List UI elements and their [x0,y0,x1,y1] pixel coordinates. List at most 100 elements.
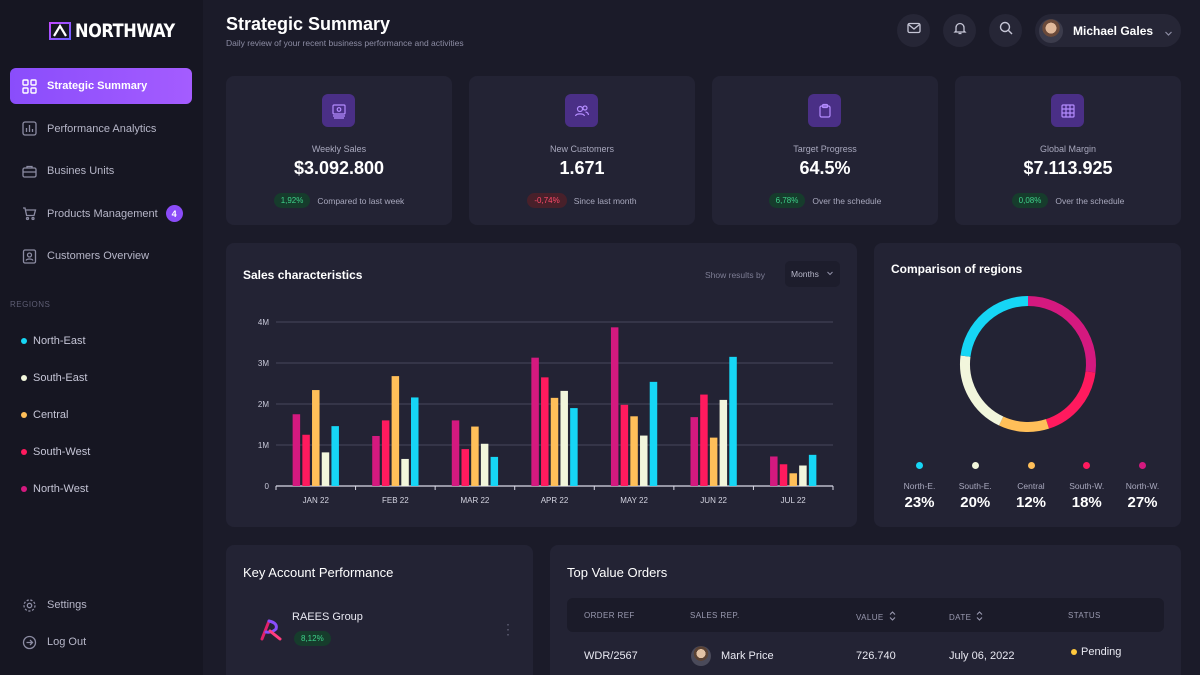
nav-label: Performance Analytics [47,122,157,135]
legend-name: South-E. [958,481,992,491]
nav-item-products-management[interactable]: Products Management 4 [10,196,192,232]
region-label: North-West [33,482,89,495]
regions-comparison-card: Comparison of regions North-E. 23% South-… [874,243,1181,527]
region-label: South-West [33,445,91,458]
region-label: South-East [33,371,88,384]
x-tick-label: MAY 22 [620,496,648,505]
order-value: 726.740 [856,650,896,662]
legend-item: North-W. 27% [1115,462,1170,511]
logout-link[interactable]: Log Out [21,633,87,651]
nav-item-busines-units[interactable]: Busines Units [10,153,192,189]
sidebar: NORTHWAY Strategic Summary Performance A… [0,0,203,675]
region-label: North-East [33,334,86,347]
nav-item-performance-analytics[interactable]: Performance Analytics [10,111,192,147]
donut-slice [1027,296,1096,373]
sales-chart-card: 0 1M 2M 3M 4M JAN 22 FEB 22 MAR 22 APR 22 MAY 22 J… [226,243,857,527]
region-item[interactable]: Central [21,407,90,422]
bar [391,376,400,486]
bar [312,390,320,486]
users-icon [565,94,598,127]
stat-label: Global Margin [1039,144,1097,154]
y-tick-label: 2M [258,400,269,409]
key-account-card: Key Account Performance RAEES Group 8,12… [226,545,533,675]
sales-rep: Mark Price [721,650,774,662]
bar [302,434,310,486]
nav-item-customers-overview[interactable]: Customers Overview [10,238,192,274]
grid-icon [21,78,37,94]
mail-icon [906,21,921,40]
sales-rep-cell: Mark Price [691,646,774,666]
x-tick-label: APR 22 [541,496,569,505]
bar [630,416,638,486]
period-select[interactable]: Months [785,261,840,287]
region-dot [21,374,27,381]
bar [808,454,817,486]
legend-name: North-E. [903,481,936,491]
stat-card-global-margin: Global Margin $7.113.925 0,08% Over the s… [955,76,1181,225]
column-label: STATUS [1068,611,1101,620]
status-badge: Pending [1071,646,1121,658]
bar [649,381,658,486]
column-header[interactable]: SALES REP. [690,611,740,620]
column-label: SALES REP. [690,611,740,620]
stat-footer: -0,74% Since last month [469,193,695,208]
stat-note: Over the schedule [1055,195,1125,206]
regions-list: North-East South-East Central South-West… [21,333,90,518]
avatar [1039,18,1063,43]
bar [690,417,698,486]
stat-label: Weekly Sales [311,144,367,154]
settings-link[interactable]: Settings [21,596,87,614]
column-header[interactable]: STATUS [1068,611,1101,620]
status-dot [1071,649,1077,655]
region-item[interactable]: South-East [21,370,90,385]
user-menu[interactable]: Michael Gales [1035,14,1181,47]
status-label: Pending [1081,646,1122,658]
bar [570,408,578,486]
x-tick-label: JAN 22 [303,496,330,505]
region-dot [21,411,27,418]
account-name[interactable]: RAEES Group [292,611,363,623]
bar [719,399,728,486]
bar [461,449,469,486]
column-header[interactable]: DATE [949,611,983,623]
column-header[interactable]: VALUE [856,611,896,623]
y-tick-label: 0 [265,482,270,491]
table-row[interactable]: WDR/2567 Mark Price 726.740 July 06, 202… [567,640,1164,674]
region-item[interactable]: North-West [21,481,90,496]
messages-button[interactable] [897,14,930,47]
chevron-down-icon [1164,25,1173,43]
table-icon [1051,94,1084,127]
clipboard-icon [808,94,841,127]
column-header[interactable]: ORDER REF [584,611,635,620]
stat-card-new-customers: New Customers 1.671 -0,74% Since last mon… [469,76,695,225]
show-results-label: Show results by [705,270,765,280]
period-value: Months [791,269,819,279]
user-card-icon [21,248,37,264]
brand-name: NORTHWAY [75,20,175,42]
x-tick-label: MAR 22 [460,496,489,505]
avatar [691,646,711,666]
account-change-badge: 8,12% [294,631,331,646]
legend-name: South-W. [1069,481,1105,491]
bottom-nav: Settings Log Out [21,596,87,670]
bar [789,473,797,486]
more-options-icon[interactable]: ⋮ [501,621,515,638]
legend-name: North-W. [1125,481,1160,491]
nav-item-strategic-summary[interactable]: Strategic Summary [10,68,192,104]
search-button[interactable] [989,14,1022,47]
legend-value: 20% [960,494,991,511]
brand-logo[interactable]: NORTHWAY [49,20,192,42]
legend-name: Central [1017,481,1045,491]
account-logo-icon [256,615,286,645]
legend-item: Central 12% [1004,462,1059,511]
notifications-button[interactable] [943,14,976,47]
sales-icon [322,94,355,127]
orders-table-header: ORDER REF SALES REP. VALUE DATE STATUS [567,598,1164,632]
stat-note: Since last month [573,195,637,206]
stat-value: $3.092.800 [293,158,385,178]
region-item[interactable]: North-East [21,333,90,348]
bar [709,437,718,486]
legend-value: 27% [1127,494,1158,511]
region-item[interactable]: South-West [21,444,90,459]
top-orders-card: Top Value Orders ORDER REF SALES REP. VA… [550,545,1181,675]
